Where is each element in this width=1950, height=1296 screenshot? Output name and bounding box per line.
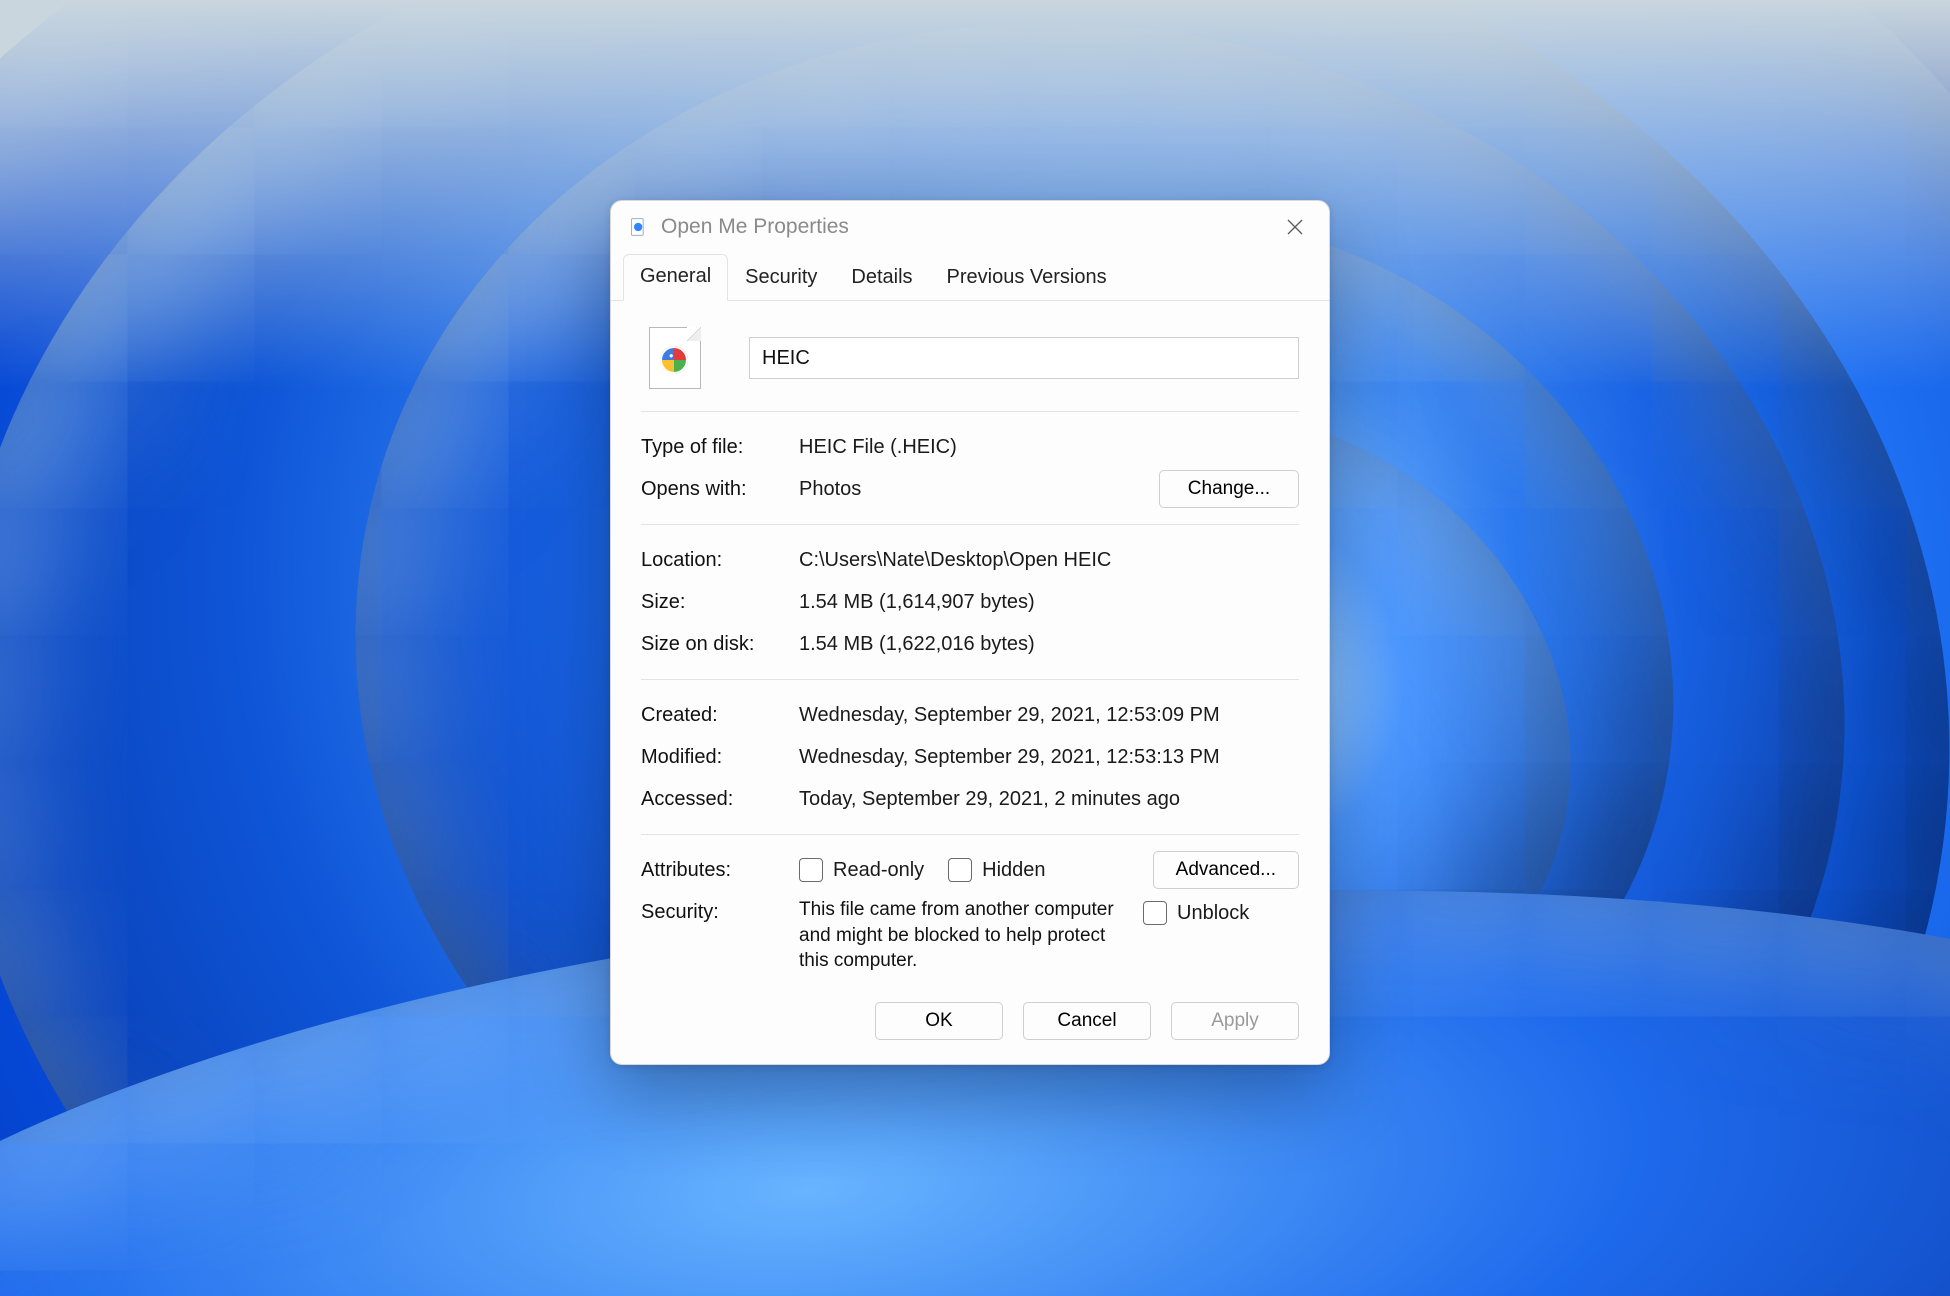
close-button[interactable] [1271, 207, 1319, 247]
location-label: Location: [641, 549, 781, 572]
advanced-button[interactable]: Advanced... [1153, 851, 1299, 889]
security-label: Security: [641, 897, 781, 924]
separator [641, 834, 1299, 835]
tab-previous-versions[interactable]: Previous Versions [930, 255, 1124, 301]
checkbox-box [1143, 901, 1167, 925]
checkbox-box [948, 858, 972, 882]
size-on-disk-value: 1.54 MB (1,622,016 bytes) [799, 633, 1299, 656]
attributes-label: Attributes: [641, 859, 781, 882]
separator [641, 411, 1299, 412]
modified-value: Wednesday, September 29, 2021, 12:53:13 … [799, 746, 1299, 769]
tab-general[interactable]: General [623, 254, 728, 301]
titlebar[interactable]: Open Me Properties [611, 201, 1329, 253]
filename-input[interactable] [749, 337, 1299, 379]
file-type-icon [629, 217, 649, 237]
size-on-disk-label: Size on disk: [641, 633, 781, 656]
tab-security[interactable]: Security [728, 255, 834, 301]
paint-icon [660, 346, 688, 374]
hidden-checkbox[interactable]: Hidden [948, 858, 1045, 882]
separator [641, 524, 1299, 525]
dialog-footer: OK Cancel Apply [611, 984, 1329, 1064]
type-of-file-label: Type of file: [641, 436, 781, 459]
apply-button[interactable]: Apply [1171, 1002, 1299, 1040]
accessed-value: Today, September 29, 2021, 2 minutes ago [799, 788, 1299, 811]
security-text: This file came from another computer and… [799, 897, 1119, 974]
checkbox-box [799, 858, 823, 882]
tab-details[interactable]: Details [834, 255, 929, 301]
read-only-checkbox[interactable]: Read-only [799, 858, 924, 882]
ok-button[interactable]: OK [875, 1002, 1003, 1040]
cancel-button[interactable]: Cancel [1023, 1002, 1151, 1040]
opens-with-value: Photos [799, 478, 1141, 501]
change-button[interactable]: Change... [1159, 470, 1299, 508]
tab-strip: General Security Details Previous Versio… [611, 253, 1329, 301]
accessed-label: Accessed: [641, 788, 781, 811]
hidden-label: Hidden [982, 859, 1045, 882]
file-icon [649, 327, 701, 389]
read-only-label: Read-only [833, 859, 924, 882]
created-label: Created: [641, 704, 781, 727]
size-value: 1.54 MB (1,614,907 bytes) [799, 591, 1299, 614]
separator [641, 679, 1299, 680]
type-of-file-value: HEIC File (.HEIC) [799, 436, 1299, 459]
properties-dialog: Open Me Properties General Security Deta… [610, 200, 1330, 1065]
opens-with-label: Opens with: [641, 478, 781, 501]
size-label: Size: [641, 591, 781, 614]
modified-label: Modified: [641, 746, 781, 769]
location-value: C:\Users\Nate\Desktop\Open HEIC [799, 549, 1299, 572]
tab-content-general: Type of file: HEIC File (.HEIC) Opens wi… [611, 301, 1329, 984]
created-value: Wednesday, September 29, 2021, 12:53:09 … [799, 704, 1299, 727]
unblock-label: Unblock [1177, 902, 1249, 925]
unblock-checkbox[interactable]: Unblock [1143, 897, 1249, 925]
window-title: Open Me Properties [661, 215, 1259, 239]
